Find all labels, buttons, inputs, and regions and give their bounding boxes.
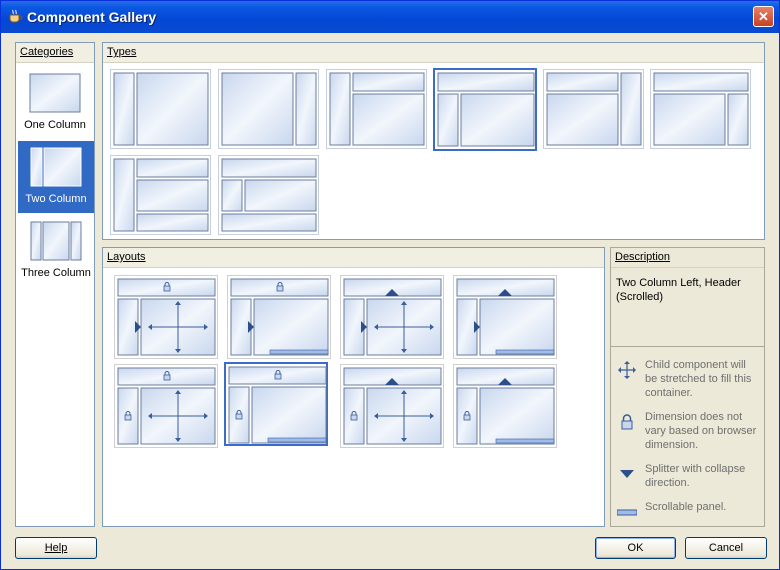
scroll-bar-icon	[617, 509, 637, 516]
help-label: Help	[44, 542, 68, 554]
ok-button[interactable]: OK	[595, 537, 676, 559]
layout-thumbnail	[456, 278, 555, 356]
categories-header: Categories	[16, 43, 94, 63]
scroll-bar-icon	[495, 438, 555, 444]
layout-thumbnail	[653, 72, 749, 146]
description-text: Two Column Left, Header (Scrolled)	[616, 277, 741, 303]
description-panel: Description Two Column Left, Header (Scr…	[610, 247, 765, 527]
coffee-cup-icon	[9, 9, 23, 23]
description-title: Description	[615, 251, 671, 263]
layout-thumbnail	[221, 158, 317, 232]
types-header: Types	[103, 43, 764, 63]
component-gallery-dialog: Component Gallery ✕ Categories One Colum…	[0, 0, 780, 570]
type-left-header-footer[interactable]	[110, 155, 211, 235]
layout-option[interactable]	[114, 275, 218, 359]
legend-splitter: Splitter with collapse direction.	[611, 462, 761, 492]
legend-text: Scrollable panel.	[645, 501, 727, 513]
layout-thumbnail	[456, 367, 555, 445]
layout-option[interactable]	[453, 275, 557, 359]
layout-option[interactable]	[114, 364, 218, 448]
legend-text: Splitter with collapse direction.	[645, 463, 746, 489]
layout-thumbnail	[343, 367, 442, 445]
category-label: One Column	[24, 119, 86, 131]
three-column-icon	[30, 221, 82, 261]
one-column-icon	[29, 73, 81, 113]
layout-thumbnail	[113, 158, 209, 232]
cancel-label: Cancel	[708, 542, 744, 554]
category-label: Three Column	[21, 267, 91, 279]
legend-lock: Dimension does not vary based on browser…	[611, 410, 761, 452]
cancel-button[interactable]: Cancel	[685, 537, 767, 559]
legend-text: Child component will be stretched to fil…	[645, 359, 752, 399]
layout-option[interactable]	[227, 275, 331, 359]
ok-label: OK	[627, 542, 644, 554]
layout-option[interactable]	[340, 364, 444, 448]
layout-thumbnail	[113, 72, 209, 146]
layout-option[interactable]	[340, 275, 444, 359]
legend-stretch: Child component will be stretched to fil…	[611, 358, 761, 400]
layout-option[interactable]	[224, 362, 328, 446]
legend-text: Dimension does not vary based on browser…	[645, 411, 757, 451]
layout-option[interactable]	[453, 364, 557, 448]
type-two-column-left[interactable]	[110, 69, 211, 149]
stretch-arrows-icon	[618, 361, 636, 379]
description-header: Description	[611, 248, 764, 268]
layout-thumbnail	[329, 72, 425, 146]
layout-thumbnail	[228, 366, 327, 444]
category-three-column[interactable]: Three Column	[18, 215, 94, 287]
dialog-title: Component Gallery	[27, 9, 157, 25]
scroll-bar-icon	[267, 437, 327, 443]
title-bar: Component Gallery ✕	[1, 1, 779, 33]
layouts-title: Layouts	[107, 251, 146, 263]
category-label: Two Column	[25, 193, 87, 205]
scroll-bar-icon	[495, 349, 555, 355]
type-two-column-right[interactable]	[218, 69, 319, 149]
layout-thumbnail	[221, 72, 317, 146]
type-header-right-column[interactable]	[543, 69, 644, 149]
types-title: Types	[107, 46, 137, 58]
type-left-header-right[interactable]	[326, 69, 427, 149]
layout-thumbnail	[117, 367, 216, 445]
layouts-panel: Layouts	[102, 247, 605, 527]
type-header-left-footer[interactable]	[218, 155, 319, 235]
type-header-left[interactable]	[433, 68, 537, 151]
category-one-column[interactable]: One Column	[17, 67, 93, 139]
layout-thumbnail	[437, 72, 535, 147]
layout-thumbnail	[230, 278, 329, 356]
layout-thumbnail	[117, 278, 216, 356]
layout-thumbnail	[343, 278, 442, 356]
two-column-icon	[30, 147, 82, 187]
categories-title: Categories	[20, 46, 74, 58]
category-two-column[interactable]: Two Column	[18, 141, 94, 213]
help-button[interactable]: Help	[15, 537, 97, 559]
splitter-triangle-icon	[620, 470, 634, 478]
legend-scroll: Scrollable panel.	[611, 500, 761, 520]
type-header-right[interactable]	[650, 69, 751, 149]
categories-panel: Categories One Column Two Column Three C…	[15, 42, 95, 527]
scroll-bar-icon	[269, 349, 329, 355]
layout-thumbnail	[546, 72, 642, 146]
types-panel: Types	[102, 42, 765, 240]
lock-icon	[621, 414, 633, 430]
layouts-header: Layouts	[103, 248, 604, 268]
description-divider	[611, 346, 764, 347]
close-button[interactable]: ✕	[753, 6, 774, 27]
